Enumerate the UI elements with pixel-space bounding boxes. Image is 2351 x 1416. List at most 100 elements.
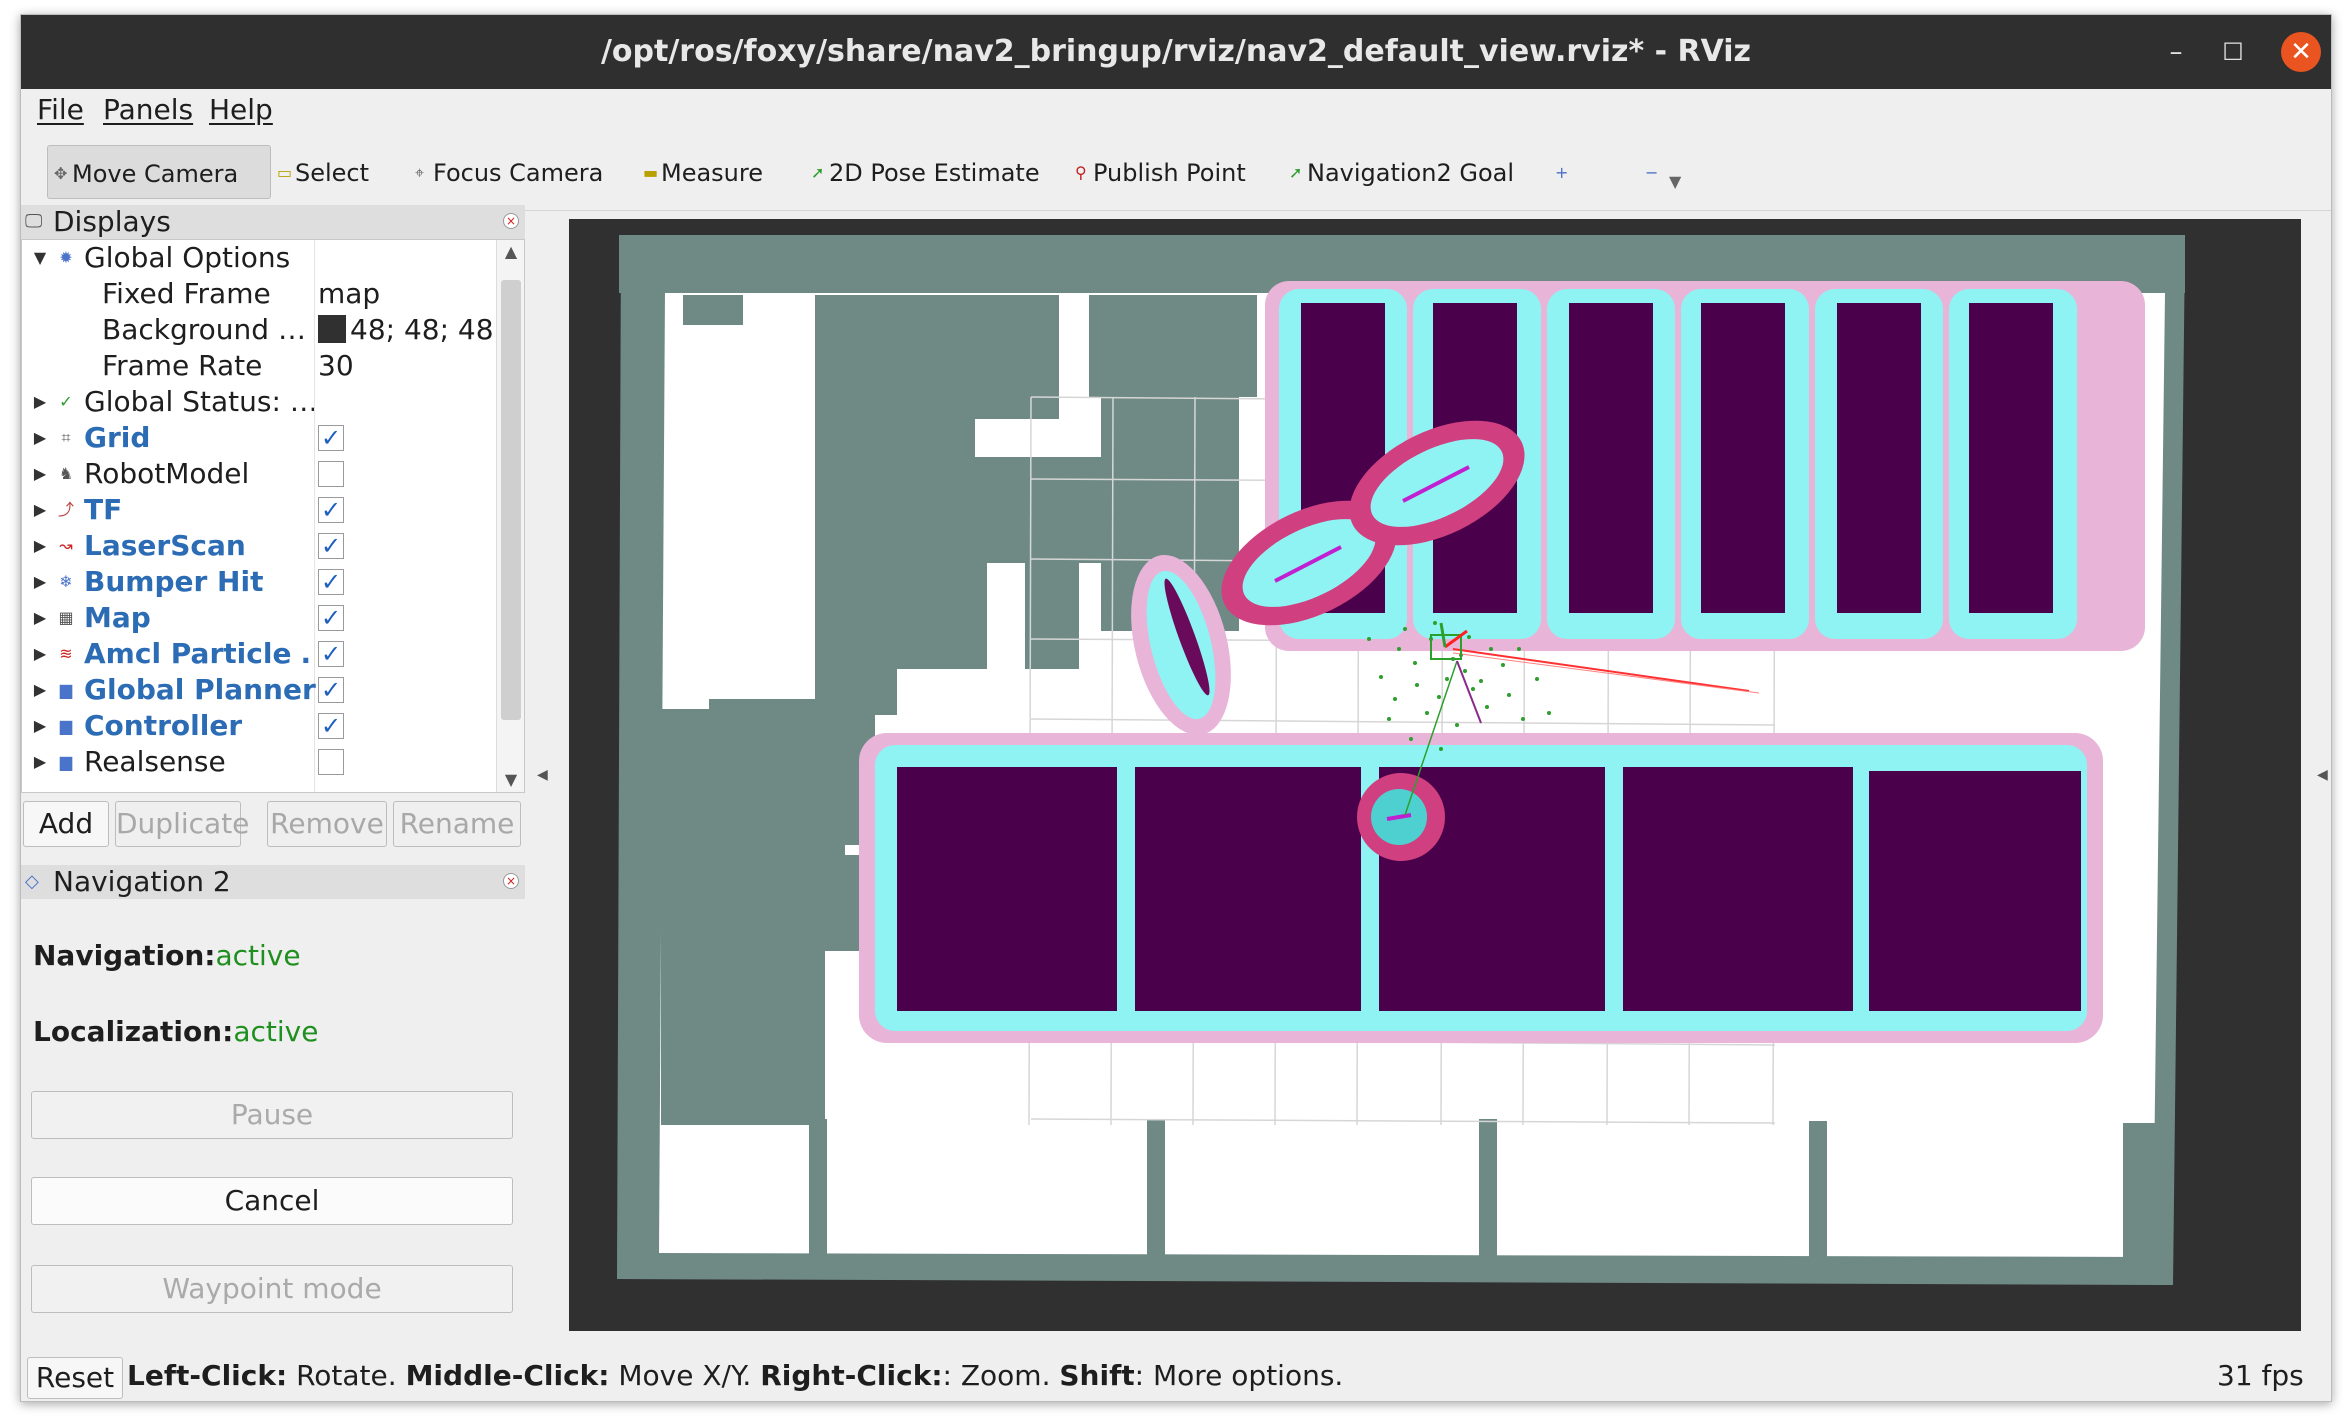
display-checkbox[interactable]: ✓ [318, 605, 344, 631]
expand-arrow-icon[interactable]: ▶ [30, 456, 50, 492]
global-status-label: Global Status: … [84, 385, 314, 418]
tree-row-frame-rate[interactable]: Frame Rate 30 [22, 348, 502, 384]
menu-bar: File Panels Help [21, 89, 2331, 131]
hint-left-click-text: Rotate. [287, 1359, 406, 1392]
display-item-label: Realsense [84, 745, 226, 778]
toolbar-dropdown[interactable]: ▼ [1663, 155, 1687, 209]
nav-goal-tool[interactable]: ➚ Navigation2 Goal [1283, 145, 1514, 199]
add-tool-button[interactable]: + [1549, 145, 1573, 199]
rename-display-button[interactable]: Rename [393, 801, 521, 847]
tree-row-controller[interactable]: ▶ ▆ Controller ✓ [22, 708, 502, 744]
folder-icon: ▆ [59, 716, 73, 735]
duplicate-display-button[interactable]: Duplicate [115, 801, 249, 847]
expand-arrow-icon[interactable]: ▼ [30, 240, 50, 276]
add-display-button[interactable]: Add [23, 801, 109, 847]
navigation-status: Navigation:active [33, 939, 301, 972]
tree-row-background[interactable]: Background … 48; 48; 48 [22, 312, 502, 348]
scroll-down-icon[interactable]: ▼ [497, 770, 524, 789]
pose-estimate-tool[interactable]: ➚ 2D Pose Estimate [805, 145, 1040, 199]
display-checkbox[interactable] [318, 749, 344, 775]
publish-point-tool[interactable]: ⚲ Publish Point [1069, 145, 1246, 199]
render-view[interactable] [569, 219, 2301, 1331]
expand-arrow-icon[interactable]: ▶ [30, 708, 50, 744]
collapse-left-icon[interactable]: ◀ [537, 767, 548, 783]
display-item-label: Map [84, 601, 151, 634]
tree-row-robotmodel[interactable]: ▶ ♞ RobotModel [22, 456, 502, 492]
tree-row-global-status[interactable]: ▶ ✓ Global Status: … [22, 384, 502, 420]
cancel-button[interactable]: Cancel [31, 1177, 513, 1225]
scrollbar-thumb[interactable] [501, 280, 521, 720]
expand-arrow-icon[interactable]: ▶ [30, 420, 50, 456]
maximize-button[interactable]: ☐ [2213, 32, 2253, 72]
expand-arrow-icon[interactable]: ▶ [30, 600, 50, 636]
display-item-label: Global Planner [84, 673, 316, 706]
fixed-frame-label: Fixed Frame [102, 277, 271, 310]
tree-row-amcl[interactable]: ▶ ≋ Amcl Particle … ✓ [22, 636, 502, 672]
nav-goal-icon: ➚ [1289, 163, 1303, 182]
display-checkbox[interactable] [318, 461, 344, 487]
menu-help[interactable]: Help [209, 93, 273, 126]
expand-arrow-icon[interactable]: ▶ [30, 636, 50, 672]
tree-row-global-planner[interactable]: ▶ ▆ Global Planner ✓ [22, 672, 502, 708]
tree-row-fixed-frame[interactable]: Fixed Frame map [22, 276, 502, 312]
display-checkbox[interactable]: ✓ [318, 677, 344, 703]
expand-arrow-icon[interactable]: ▶ [30, 492, 50, 528]
tree-row-map[interactable]: ▶ ▦ Map ✓ [22, 600, 502, 636]
expand-arrow-icon[interactable]: ▶ [30, 672, 50, 708]
navigation-title: Navigation 2 [53, 865, 231, 898]
frame-rate-value[interactable]: 30 [318, 348, 354, 384]
map-canvas[interactable] [569, 219, 2301, 1331]
display-checkbox[interactable]: ✓ [318, 497, 344, 523]
measure-tool[interactable]: ▬ Measure [637, 145, 763, 199]
display-checkbox[interactable]: ✓ [318, 425, 344, 451]
background-value[interactable]: 48; 48; 48 [318, 312, 494, 348]
measure-icon: ▬ [643, 163, 659, 182]
tree-row-global-options[interactable]: ▼ ✹ Global Options [22, 240, 502, 276]
frame-rate-label: Frame Rate [102, 349, 263, 382]
fixed-frame-value[interactable]: map [318, 276, 380, 312]
laserscan-icon: ↝ [59, 536, 73, 555]
move-camera-tool[interactable]: ✥ Move Camera [47, 145, 271, 199]
menu-panels[interactable]: Panels [103, 93, 193, 126]
tree-row-tf[interactable]: ▶ ⤴ TF ✓ [22, 492, 502, 528]
map-wall-fragment [683, 295, 743, 325]
expand-arrow-icon[interactable]: ▶ [30, 528, 50, 564]
publish-point-label: Publish Point [1093, 159, 1246, 187]
focus-camera-tool[interactable]: ⌖ Focus Camera [409, 145, 603, 199]
expand-arrow-icon[interactable]: ▶ [30, 384, 50, 420]
reset-button[interactable]: Reset [27, 1357, 123, 1399]
tree-scrollbar[interactable]: ▲ ▼ [496, 240, 524, 792]
collapse-right-icon[interactable]: ◀ [2317, 767, 2328, 783]
display-checkbox[interactable]: ✓ [318, 569, 344, 595]
tf-icon: ⤴ [57, 500, 74, 519]
minimize-button[interactable]: – [2156, 32, 2196, 72]
remove-tool-button[interactable]: − [1639, 145, 1663, 199]
navigation-panel-header: ◇ Navigation 2 × [21, 865, 525, 899]
tree-row-laserscan[interactable]: ▶ ↝ LaserScan ✓ [22, 528, 502, 564]
tree-row-grid[interactable]: ▶ ⌗ Grid ✓ [22, 420, 502, 456]
displays-close-icon[interactable]: × [503, 213, 519, 229]
background-color-swatch[interactable] [318, 315, 346, 343]
select-tool[interactable]: ▭ Select [271, 145, 369, 199]
remove-display-button[interactable]: Remove [267, 801, 387, 847]
hint-left-click-key: Left-Click: [127, 1359, 288, 1392]
tree-row-bumper-hit[interactable]: ▶ ❄ Bumper Hit ✓ [22, 564, 502, 600]
menu-file[interactable]: File [37, 93, 84, 126]
expand-arrow-icon[interactable]: ▶ [30, 564, 50, 600]
pause-button[interactable]: Pause [31, 1091, 513, 1139]
mouse-hint: Left-Click: Rotate. Middle-Click: Move X… [127, 1359, 1343, 1392]
map-pin-icon: ⚲ [1075, 163, 1087, 182]
close-button[interactable]: ✕ [2281, 32, 2321, 72]
display-checkbox[interactable]: ✓ [318, 641, 344, 667]
localization-status: Localization:active [33, 1015, 318, 1048]
navigation-close-icon[interactable]: × [503, 873, 519, 889]
bumper-icon: ❄ [59, 572, 73, 591]
hint-middle-click-key: Middle-Click: [405, 1359, 610, 1392]
waypoint-mode-button[interactable]: Waypoint mode [31, 1265, 513, 1313]
expand-arrow-icon[interactable]: ▶ [30, 744, 50, 780]
display-checkbox[interactable]: ✓ [318, 533, 344, 559]
scroll-up-icon[interactable]: ▲ [497, 242, 524, 261]
chevron-down-icon: ▼ [1669, 172, 1682, 191]
tree-row-realsense[interactable]: ▶ ▆ Realsense [22, 744, 502, 780]
display-checkbox[interactable]: ✓ [318, 713, 344, 739]
